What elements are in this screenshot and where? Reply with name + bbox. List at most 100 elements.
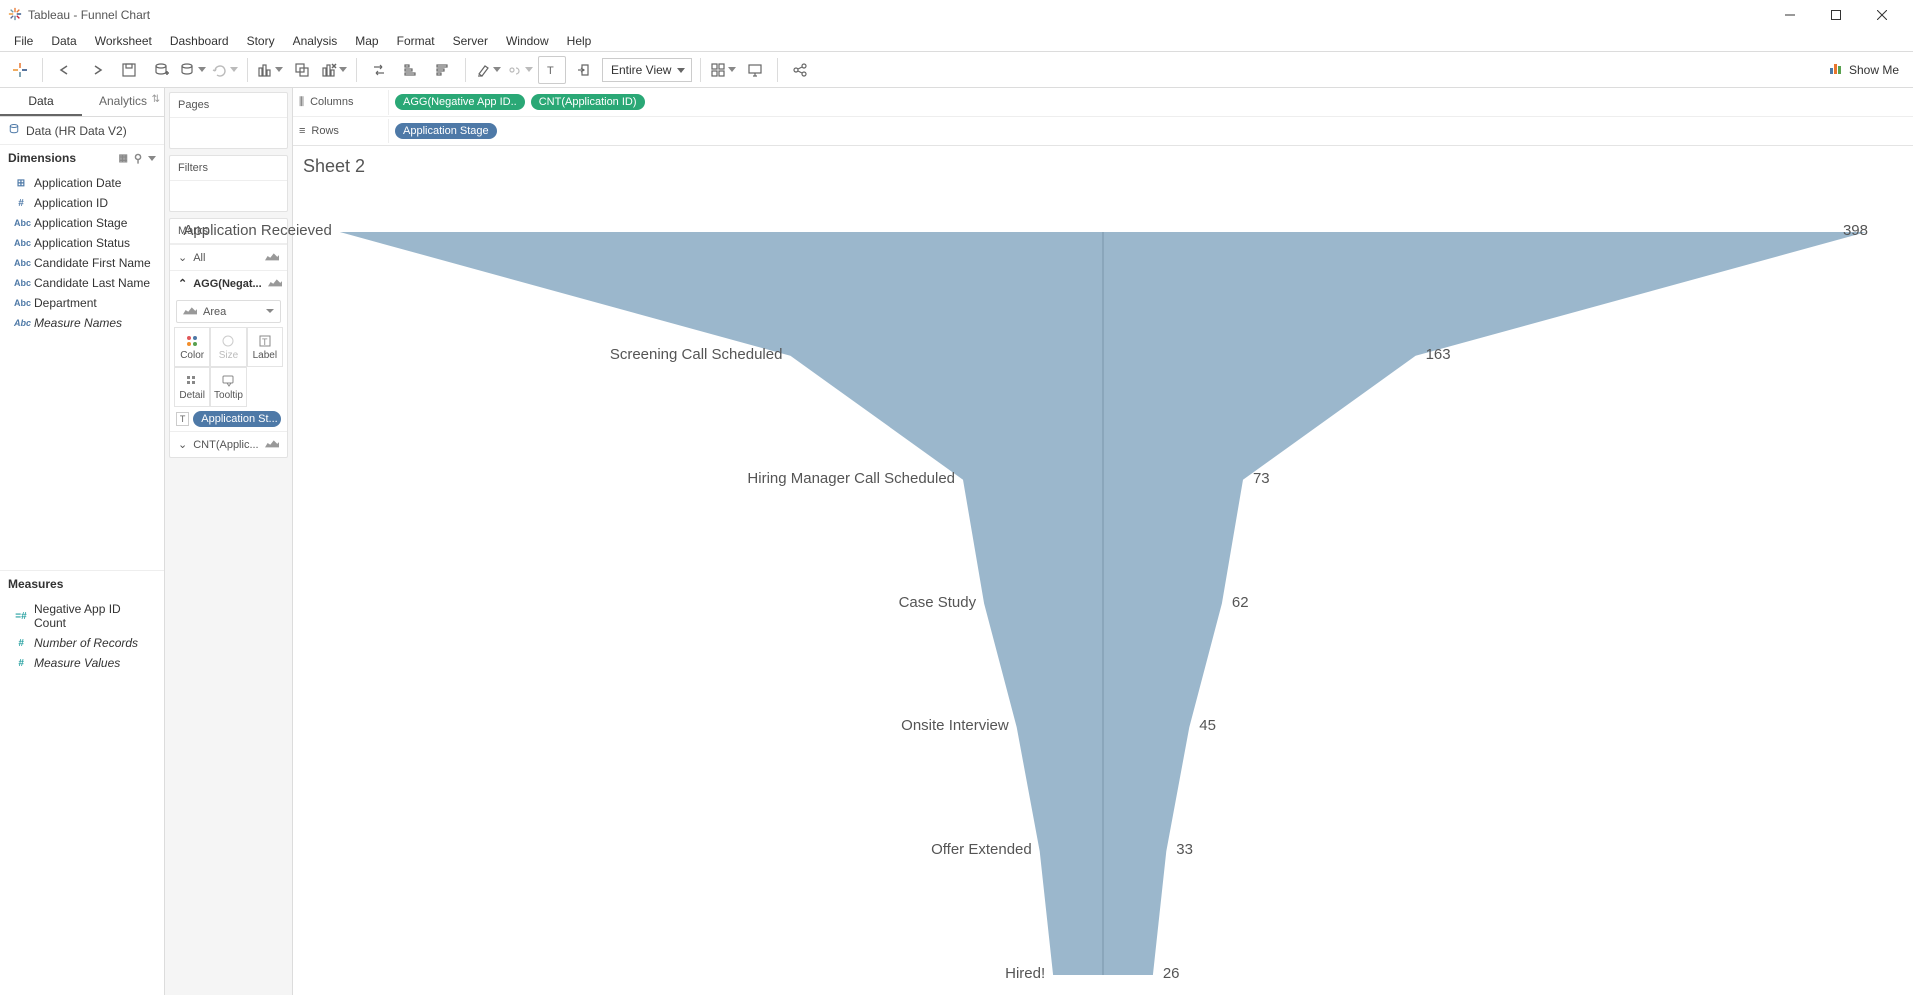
marks-tooltip-label: Tooltip [214,390,243,401]
field-label: Candidate Last Name [34,276,150,290]
show-me-button[interactable]: Show Me [1821,57,1907,82]
funnel-stage-value: 62 [1232,594,1249,611]
menu-worksheet[interactable]: Worksheet [87,31,160,51]
pause-auto-updates-button[interactable] [179,56,207,84]
field-department[interactable]: AbcDepartment [0,293,164,313]
menu-window[interactable]: Window [498,31,557,51]
rows-shelf[interactable]: ≡Rows Application Stage [293,117,1913,145]
marks-label-button[interactable]: T Label [247,327,283,367]
window-minimize-button[interactable] [1767,0,1813,30]
field-candidate-last-name[interactable]: AbcCandidate Last Name [0,273,164,293]
data-source[interactable]: Data (HR Data V2) [0,117,164,144]
worksheet-area: ⫼Columns AGG(Negative App ID.. CNT(Appli… [293,88,1913,995]
funnel-stage-label: Offer Extended [931,841,1032,858]
area-spark-icon [268,277,282,290]
fix-axes-button[interactable] [570,56,598,84]
menu-data[interactable]: Data [43,31,84,51]
row-pill-stage[interactable]: Application Stage [395,123,497,139]
field-application-id[interactable]: #Application ID [0,193,164,213]
field-negative-app-id-count[interactable]: =#Negative App ID Count [0,599,164,633]
field-label: Candidate First Name [34,256,151,270]
group-button[interactable] [506,56,534,84]
column-pill-agg[interactable]: AGG(Negative App ID.. [395,94,525,110]
show-hide-cards-button[interactable] [709,56,737,84]
window-close-button[interactable] [1859,0,1905,30]
columns-shelf[interactable]: ⫼Columns AGG(Negative App ID.. CNT(Appli… [293,88,1913,117]
tableau-start-icon[interactable] [6,56,34,84]
window-maximize-button[interactable] [1813,0,1859,30]
mark-type-select[interactable]: Area [176,300,281,323]
marks-color-label: Color [180,350,204,361]
marks-color-button[interactable]: Color [174,327,210,367]
sort-asc-button[interactable] [397,56,425,84]
tab-data[interactable]: Data [0,88,82,116]
data-source-name: Data (HR Data V2) [26,124,127,138]
menu-analysis[interactable]: Analysis [285,31,346,51]
view-data-icon[interactable]: ▦ [118,153,127,164]
marks-size-label: Size [219,350,238,361]
field-candidate-first-name[interactable]: AbcCandidate First Name [0,253,164,273]
funnel-stage-value: 73 [1253,470,1270,487]
label-pill[interactable]: Application St... [193,411,281,427]
dimensions-menu-icon[interactable] [148,156,156,161]
highlight-button[interactable] [474,56,502,84]
area-chart-icon [183,305,197,318]
field-measure-names[interactable]: AbcMeasure Names [0,313,164,333]
field-label: Department [34,296,97,310]
duplicate-button[interactable] [288,56,316,84]
show-mark-labels-button[interactable]: T [538,56,566,84]
swap-button[interactable] [365,56,393,84]
marks-size-button[interactable]: Size [210,327,246,367]
columns-icon: ⫼ [299,96,304,109]
filters-shelf[interactable]: Filters [169,155,288,212]
field-application-status[interactable]: AbcApplication Status [0,233,164,253]
fit-selector[interactable]: Entire View [602,58,692,82]
run-update-button[interactable] [211,56,239,84]
area-spark-icon [265,438,279,451]
measures-label: Measures [8,577,63,591]
new-worksheet-button[interactable] [256,56,284,84]
menu-format[interactable]: Format [389,31,443,51]
marks-detail-button[interactable]: Detail [174,367,210,407]
text-icon: T [176,412,189,426]
save-button[interactable] [115,56,143,84]
show-me-label: Show Me [1849,63,1899,77]
field-number-of-records[interactable]: #Number of Records [0,633,164,653]
field-application-stage[interactable]: AbcApplication Stage [0,213,164,233]
panel-options-icon[interactable]: ⇅ [152,94,160,105]
field-label: Measure Values [34,656,120,670]
menu-map[interactable]: Map [347,31,386,51]
field-application-date[interactable]: ⊞Application Date [0,173,164,193]
menu-dashboard[interactable]: Dashboard [162,31,237,51]
search-icon[interactable]: ⚲ [134,152,142,165]
marks-agg-row[interactable]: ⌃ AGG(Negat... [170,270,287,296]
dimensions-header: Dimensions ▦ ⚲ [0,144,164,171]
undo-button[interactable] [51,56,79,84]
sort-desc-button[interactable] [429,56,457,84]
menu-help[interactable]: Help [559,31,600,51]
marks-cnt-row[interactable]: ⌄ CNT(Applic... [170,431,287,457]
chevron-up-icon: ⌃ [178,277,187,290]
presentation-mode-button[interactable] [741,56,769,84]
menu-file[interactable]: File [6,31,41,51]
redo-button[interactable] [83,56,111,84]
new-data-source-button[interactable] [147,56,175,84]
funnel-stage-value: 33 [1176,841,1193,858]
field-label: Application ID [34,196,108,210]
clear-button[interactable] [320,56,348,84]
menu-story[interactable]: Story [239,31,283,51]
share-button[interactable] [786,56,814,84]
marks-label-label: Label [253,350,277,361]
menu-server[interactable]: Server [445,31,496,51]
column-pill-cnt[interactable]: CNT(Application ID) [531,94,645,110]
sheet-title[interactable]: Sheet 2 [293,146,1913,177]
pages-shelf[interactable]: Pages [169,92,288,149]
marks-tooltip-button[interactable]: Tooltip [210,367,246,407]
rows-icon: ≡ [299,125,305,137]
marks-all-row[interactable]: ⌄ All [170,244,287,270]
viz-area[interactable]: Application Receieved398Screening Call S… [308,192,1898,995]
data-panel: Data Analytics ⇅ Data (HR Data V2) Dimen… [0,88,165,995]
svg-text:T: T [262,337,268,347]
menu-bar: File Data Worksheet Dashboard Story Anal… [0,30,1913,52]
field-measure-values[interactable]: #Measure Values [0,653,164,673]
